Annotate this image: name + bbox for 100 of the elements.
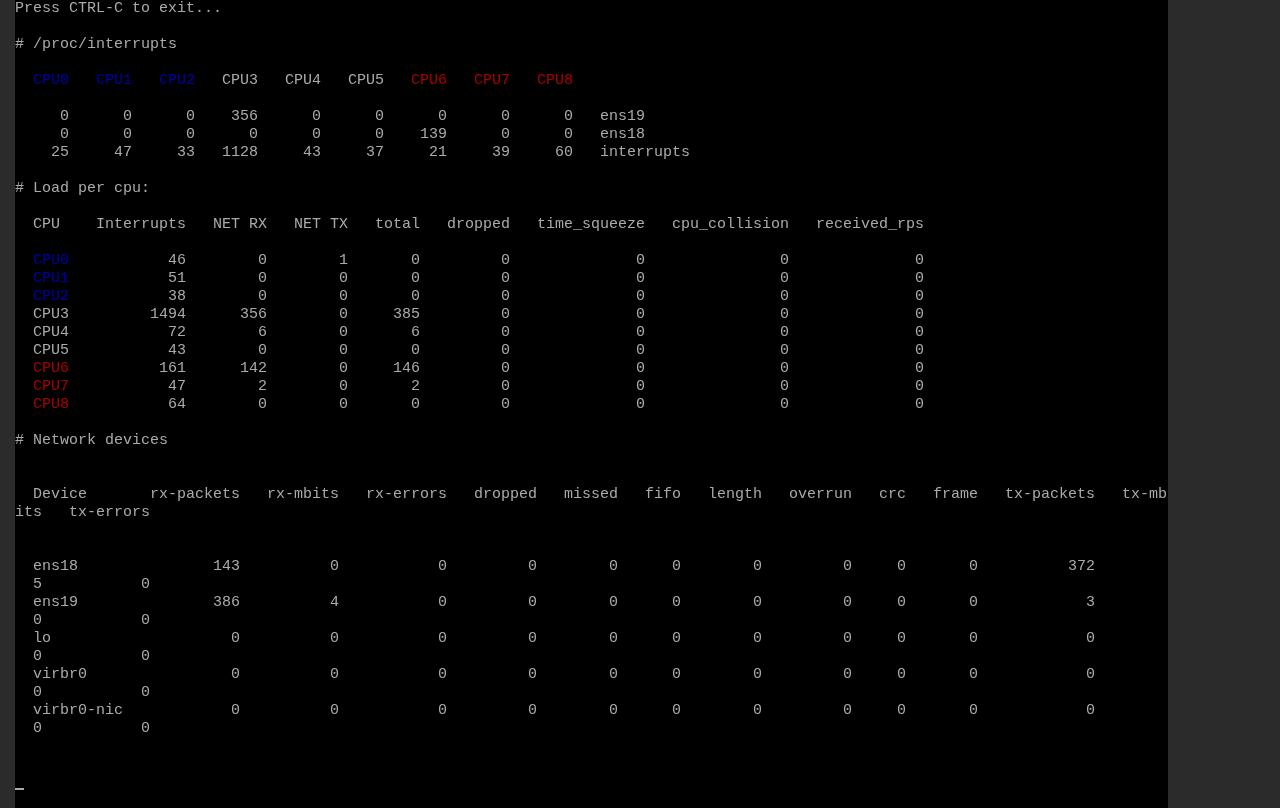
- table-cell-text: 0: [329, 666, 339, 684]
- table-cell-text: 0: [1085, 702, 1095, 720]
- table-cell-text: 0: [779, 306, 789, 324]
- table-cell-text: 0: [59, 126, 69, 144]
- table-cell-text: 0: [896, 594, 906, 612]
- table-cell-text: 1128: [221, 144, 258, 162]
- device-name: virbr0: [33, 666, 88, 684]
- table-cell-text: 0: [437, 702, 447, 720]
- table-cell-text: 0: [608, 558, 618, 576]
- table-cell-text: 0: [752, 630, 762, 648]
- column-header: tx-packets: [1004, 486, 1095, 504]
- table-cell-text: 0: [914, 396, 924, 414]
- table-cell-text: 0: [563, 126, 573, 144]
- table-cell-text: 0: [338, 288, 348, 306]
- table-cell-text: 0: [968, 558, 978, 576]
- table-cell-text: 0: [671, 594, 681, 612]
- table-cell-text: 38: [167, 288, 186, 306]
- column-header: Device: [33, 486, 88, 504]
- table-cell-text: 0: [527, 630, 537, 648]
- cpu-label: CPU1: [95, 72, 132, 90]
- table-cell-text: 0: [563, 108, 573, 126]
- table-cell-text: 0: [410, 252, 420, 270]
- cpu-label: CPU1: [33, 270, 69, 288]
- table-cell-text: 0: [338, 342, 348, 360]
- table-cell-text: 0: [527, 666, 537, 684]
- row-label: interrupts: [600, 144, 691, 162]
- table-cell-text: 0: [500, 126, 510, 144]
- table-cell-text: 0: [779, 288, 789, 306]
- section-heading: # Network devices: [15, 432, 169, 450]
- section-heading: # Load per cpu:: [15, 180, 151, 198]
- table-cell-text: 6: [410, 324, 420, 342]
- table-cell-text: 0: [500, 270, 510, 288]
- cpu-label: CPU5: [33, 342, 69, 360]
- table-cell-text: 0: [500, 288, 510, 306]
- table-cell-text: 385: [392, 306, 420, 324]
- table-cell-text: 0: [635, 360, 645, 378]
- table-cell-text: 143: [212, 558, 240, 576]
- table-cell-text: 0: [968, 702, 978, 720]
- section-heading: # /proc/interrupts: [15, 36, 178, 54]
- table-cell-text: 0: [257, 252, 267, 270]
- table-cell-text: 6: [257, 324, 267, 342]
- column-header: NET TX: [293, 216, 348, 234]
- table-cell-text: 0: [140, 720, 150, 738]
- device-name: lo: [33, 630, 52, 648]
- table-cell-text: 39: [491, 144, 510, 162]
- table-cell-text: 0: [752, 702, 762, 720]
- device-name: virbr0-nic: [33, 702, 124, 720]
- table-cell-text: 0: [914, 378, 924, 396]
- table-cell-text: 0: [230, 666, 240, 684]
- table-cell-text: 0: [437, 666, 447, 684]
- table-cell-text: 0: [185, 126, 195, 144]
- table-cell-text: 0: [752, 558, 762, 576]
- table-cell-text: 64: [167, 396, 186, 414]
- table-cell-text: 0: [122, 126, 132, 144]
- table-cell-text: 5: [32, 576, 42, 594]
- table-cell-text: 0: [59, 108, 69, 126]
- table-cell-text: 0: [185, 108, 195, 126]
- table-cell-text: 0: [896, 666, 906, 684]
- table-cell-text: 0: [329, 558, 339, 576]
- table-cell-text: 0: [257, 288, 267, 306]
- table-cell-text: 0: [752, 594, 762, 612]
- table-cell-text: 0: [338, 270, 348, 288]
- table-cell-text: 0: [671, 702, 681, 720]
- table-cell-text: 0: [329, 630, 339, 648]
- table-cell-text: 0: [500, 324, 510, 342]
- column-header: received_rps: [814, 216, 924, 234]
- table-cell-text: 21: [428, 144, 447, 162]
- table-cell-text: 0: [608, 702, 618, 720]
- table-cell-text: 33: [176, 144, 195, 162]
- cpu-label: CPU6: [410, 72, 447, 90]
- table-cell-text: 51: [167, 270, 186, 288]
- table-cell-text: 0: [32, 684, 42, 702]
- table-cell-text: 0: [914, 288, 924, 306]
- table-cell-text: 0: [635, 288, 645, 306]
- column-header: tx-errors: [68, 504, 150, 522]
- column-header: its: [15, 504, 42, 522]
- cpu-label: CPU7: [33, 378, 69, 396]
- table-cell-text: 0: [842, 558, 852, 576]
- column-header: missed: [563, 486, 618, 504]
- table-cell-text: 0: [329, 702, 339, 720]
- column-header: Interrupts: [95, 216, 186, 234]
- column-header: cpu_collision: [670, 216, 789, 234]
- table-cell-text: 0: [608, 594, 618, 612]
- column-header: CPU: [33, 216, 61, 234]
- table-cell-text: 0: [779, 324, 789, 342]
- table-cell-text: 0: [635, 270, 645, 288]
- table-cell-text: 0: [410, 342, 420, 360]
- table-cell-text: 0: [257, 396, 267, 414]
- table-cell-text: 0: [257, 270, 267, 288]
- column-header: rx-errors: [365, 486, 447, 504]
- table-cell-text: 37: [365, 144, 384, 162]
- table-cell-text: 4: [329, 594, 339, 612]
- table-cell-text: 0: [896, 702, 906, 720]
- table-cell-text: 0: [311, 126, 321, 144]
- table-cell-text: 0: [410, 288, 420, 306]
- table-cell-text: 43: [302, 144, 321, 162]
- table-cell-text: 0: [500, 342, 510, 360]
- table-cell-text: 0: [635, 396, 645, 414]
- table-cell-text: 0: [32, 612, 42, 630]
- cpu-label: CPU3: [221, 72, 258, 90]
